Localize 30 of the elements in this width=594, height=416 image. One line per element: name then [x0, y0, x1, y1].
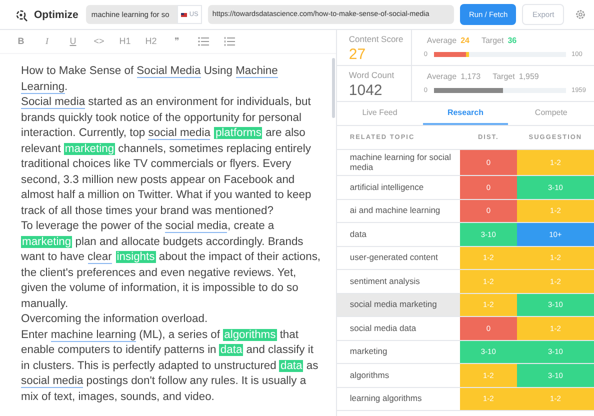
average-value: 24: [460, 35, 470, 47]
paragraph: How to Make Sense of Social Media Using Machine Learning.: [21, 64, 279, 95]
score-label: Content Score: [348, 33, 404, 46]
target-label: Target: [481, 35, 504, 47]
topic-cell-text: user-generated content: [348, 251, 439, 264]
topic-cell-text: algorithms: [348, 368, 390, 382]
app-title: Optimize: [34, 8, 78, 22]
score-value: 1042: [348, 82, 384, 100]
score-value: 27: [348, 46, 367, 64]
paragraph: Enter machine learning (ML), a series of algorithms that enable computers to identify patterns in data and classify it in clusters. This is perfectly adapted to unstructured data as social media postings don't follow any rules. It is usually a mix of text, images, sounds, and video.: [21, 328, 320, 404]
average-label: Average: [426, 35, 457, 47]
topic-cell-text: marketing: [348, 345, 388, 358]
topic-cell-text: learning algorithms: [348, 392, 423, 405]
topic-cell-text: social media marketing: [348, 298, 438, 311]
average-label: Average: [426, 71, 457, 83]
topic-cell-text: social media data: [348, 322, 418, 334]
paragraph: To leverage the power of the social media, create a marketing plan and allocate budgets accordingly. Brands want to have clear insights about the impact of their actions, the client's preferences and even negative reviews. Yet, given the volume of information, it is impossible to do so manually.: [21, 219, 322, 312]
target-value: 1,959: [518, 71, 539, 83]
topic-cell-text: ai and machine learning: [348, 204, 442, 217]
tab[interactable]: Research: [422, 102, 508, 125]
target-label: Target: [492, 71, 515, 83]
paragraph: Social media started as an environment for individuals, but brands quickly took notice of the opportunity for personal interaction. Currently, top social media platforms are also relevant marketing channels, sometimes replacing entirely traditional choices like TV commercials or flyers. Every second, 3.3 million new posts appear on Facebook and almost half a million on Twitter. What if you wanted to keep track of all those times your brand was mentioned?: [21, 95, 312, 218]
topic-cell-text: data: [348, 228, 368, 240]
topic-cell-text: sentiment analysis: [348, 274, 421, 288]
topic-cell-text: machine learning for social media: [348, 151, 452, 174]
target-value: 36: [508, 35, 517, 47]
topic-cell-text: artificial intelligence: [348, 180, 425, 194]
score-label: Word Count: [348, 69, 396, 82]
average-value: 1,173: [460, 71, 481, 83]
paragraph: Overcoming the information overload.: [21, 312, 209, 327]
